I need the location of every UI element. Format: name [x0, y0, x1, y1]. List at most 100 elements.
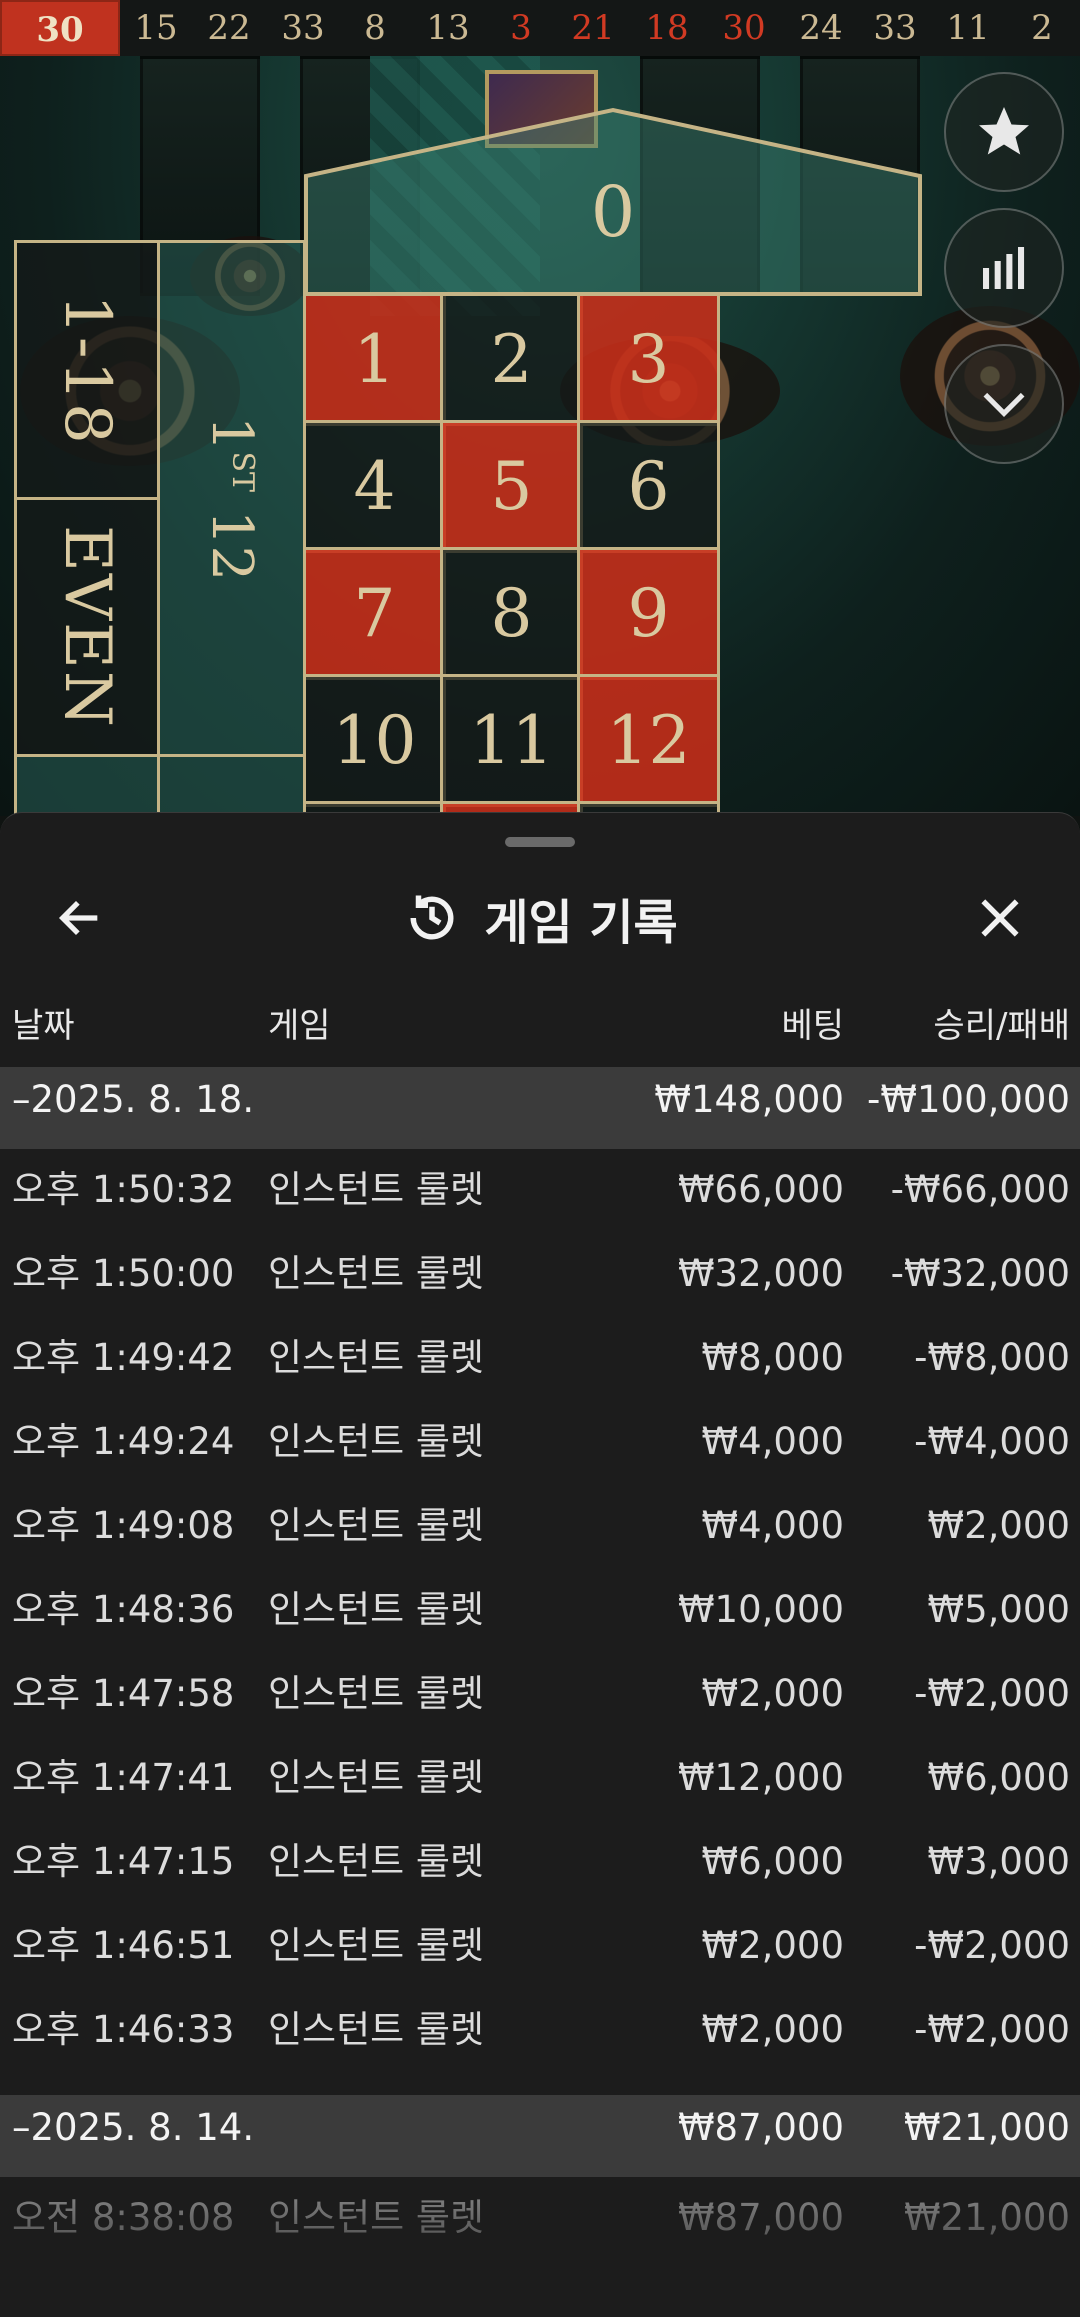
history-row[interactable]: 오후 1:49:42 인스턴트 룰렛 ₩8,000 -₩8,000: [0, 1325, 1080, 1409]
number-label: 6: [627, 448, 670, 525]
history-row[interactable]: 오후 1:50:32 인스턴트 룰렛 ₩66,000 -₩66,000: [0, 1157, 1080, 1241]
bet-even[interactable]: EVEN: [14, 497, 160, 757]
collapse-button[interactable]: [944, 344, 1064, 464]
number-label: 4: [353, 448, 396, 525]
group-bet-total: ₩87,000: [677, 2106, 844, 2149]
number-cell-1[interactable]: 1: [303, 293, 446, 426]
group-win-total: -₩100,000: [867, 1078, 1070, 1121]
zero-label: 0: [591, 171, 636, 253]
history-row[interactable]: 오후 1:49:24 인스턴트 룰렛 ₩4,000 -₩4,000: [0, 1409, 1080, 1493]
row-time: 오후 1:49:08: [12, 1504, 235, 1547]
bet-second-dozen[interactable]: [157, 754, 306, 816]
row-time: 오후 1:46:33: [12, 2008, 235, 2051]
close-button[interactable]: [960, 885, 1040, 951]
result-item: 22: [207, 8, 251, 48]
row-game: 인스턴트 룰렛: [268, 1672, 485, 1715]
row-time: 오후 1:47:41: [12, 1756, 235, 1799]
favorite-button[interactable]: [944, 72, 1064, 192]
result-item: 33: [281, 8, 325, 48]
row-time: 오후 1:50:00: [12, 1252, 235, 1295]
column-header-game: 게임: [268, 1006, 331, 1046]
number-cell-9[interactable]: 9: [577, 547, 720, 680]
row-time: 오후 1:47:15: [12, 1840, 235, 1883]
row-bet: ₩6,000: [701, 1840, 844, 1883]
recent-results-strip: 30 15 22 33 8 13 3 21 18 30 24 33 11 2: [0, 0, 1080, 56]
row-win-loss: -₩66,000: [890, 1168, 1070, 1211]
row-bet: ₩4,000: [701, 1504, 844, 1547]
column-header-date: 날짜: [12, 1006, 75, 1046]
number-label: 3: [627, 321, 670, 398]
number-cell-8[interactable]: 8: [440, 547, 583, 680]
row-time: 오후 1:46:51: [12, 1924, 235, 1967]
number-label: 12: [606, 702, 691, 779]
row-game: 인스턴트 룰렛: [268, 2008, 485, 2051]
column-header-bet: 베팅: [781, 1006, 844, 1046]
row-bet: ₩66,000: [677, 1168, 844, 1211]
row-bet: ₩32,000: [677, 1252, 844, 1295]
number-cell-12[interactable]: 12: [577, 674, 720, 807]
row-bet: ₩2,000: [701, 2008, 844, 2051]
history-row[interactable]: 오후 1:47:15 인스턴트 룰렛 ₩6,000 ₩3,000: [0, 1829, 1080, 1913]
result-item: 3: [510, 8, 532, 48]
row-time: 오후 1:49:24: [12, 1420, 235, 1463]
drag-handle[interactable]: [505, 837, 575, 847]
row-bet: ₩4,000: [701, 1420, 844, 1463]
row-win-loss: ₩2,000: [927, 1504, 1070, 1547]
date-group-header[interactable]: –2025. 8. 14. ₩87,000 ₩21,000: [0, 2095, 1080, 2177]
row-win-loss: -₩32,000: [890, 1252, 1070, 1295]
number-cell-4[interactable]: 4: [303, 420, 446, 553]
first-dozen-label: 1ST 12: [199, 415, 264, 582]
history-row[interactable]: 오후 1:47:41 인스턴트 룰렛 ₩12,000 ₩6,000: [0, 1745, 1080, 1829]
result-item: 18: [645, 8, 689, 48]
row-game: 인스턴트 룰렛: [268, 1168, 485, 1211]
row-game: 인스턴트 룰렛: [268, 1840, 485, 1883]
bet-first-dozen[interactable]: 1ST 12: [157, 240, 306, 757]
history-row[interactable]: 오후 1:48:36 인스턴트 룰렛 ₩10,000 ₩5,000: [0, 1577, 1080, 1661]
row-win-loss: -₩2,000: [914, 2008, 1070, 2051]
number-cell-7[interactable]: 7: [303, 547, 446, 680]
history-row[interactable]: 오후 1:46:33 인스턴트 룰렛 ₩2,000 -₩2,000: [0, 1997, 1080, 2081]
result-item: 33: [873, 8, 917, 48]
history-row[interactable]: 오후 1:47:58 인스턴트 룰렛 ₩2,000 -₩2,000: [0, 1661, 1080, 1745]
date-group-header[interactable]: –2025. 8. 18. ₩148,000 -₩100,000: [0, 1067, 1080, 1149]
number-label: 10: [332, 702, 417, 779]
row-game: 인스턴트 룰렛: [268, 1588, 485, 1631]
row-time: 오후 1:47:58: [12, 1672, 235, 1715]
result-item: 30: [722, 8, 766, 48]
latest-result: 30: [0, 0, 120, 56]
bet-even-label: EVEN: [50, 525, 124, 729]
row-win-loss: -₩2,000: [914, 1672, 1070, 1715]
number-label: 11: [469, 702, 554, 779]
game-history-sheet: 게임 기록 날짜 게임 베팅 승리/패배 –2025. 8. 18. ₩148,0…: [0, 812, 1080, 2317]
result-item: 8: [364, 8, 386, 48]
statistics-button[interactable]: [944, 208, 1064, 328]
row-bet: ₩2,000: [701, 1924, 844, 1967]
row-bet: ₩12,000: [677, 1756, 844, 1799]
bet-1-18-label: 1-18: [50, 294, 124, 446]
zero-cell[interactable]: 0: [303, 106, 923, 296]
row-win-loss: ₩3,000: [927, 1840, 1070, 1883]
row-game: 인스턴트 룰렛: [268, 1504, 485, 1547]
row-game: 인스턴트 룰렛: [268, 1420, 485, 1463]
bet-side-next[interactable]: [14, 754, 160, 816]
row-game: 인스턴트 룰렛: [268, 1756, 485, 1799]
list-fade: [0, 2197, 1080, 2317]
sheet-title: 게임 기록: [484, 895, 678, 951]
number-cell-11[interactable]: 11: [440, 674, 583, 807]
bet-1-18[interactable]: 1-18: [14, 240, 160, 500]
number-cell-5[interactable]: 5: [440, 420, 583, 553]
history-row[interactable]: 오후 1:49:08 인스턴트 룰렛 ₩4,000 ₩2,000: [0, 1493, 1080, 1577]
row-bet: ₩8,000: [701, 1336, 844, 1379]
history-row[interactable]: 오후 1:50:00 인스턴트 룰렛 ₩32,000 -₩32,000: [0, 1241, 1080, 1325]
row-win-loss: -₩2,000: [914, 1924, 1070, 1967]
number-cell-2[interactable]: 2: [440, 293, 583, 426]
row-time: 오후 1:50:32: [12, 1168, 235, 1211]
bar-chart-icon: [983, 247, 1025, 289]
number-cell-6[interactable]: 6: [577, 420, 720, 553]
number-cell-3[interactable]: 3: [577, 293, 720, 426]
row-bet: ₩10,000: [677, 1588, 844, 1631]
result-item: 13: [426, 8, 470, 48]
history-row[interactable]: 오후 1:46:51 인스턴트 룰렛 ₩2,000 -₩2,000: [0, 1913, 1080, 1997]
row-game: 인스턴트 룰렛: [268, 1336, 485, 1379]
number-cell-10[interactable]: 10: [303, 674, 446, 807]
